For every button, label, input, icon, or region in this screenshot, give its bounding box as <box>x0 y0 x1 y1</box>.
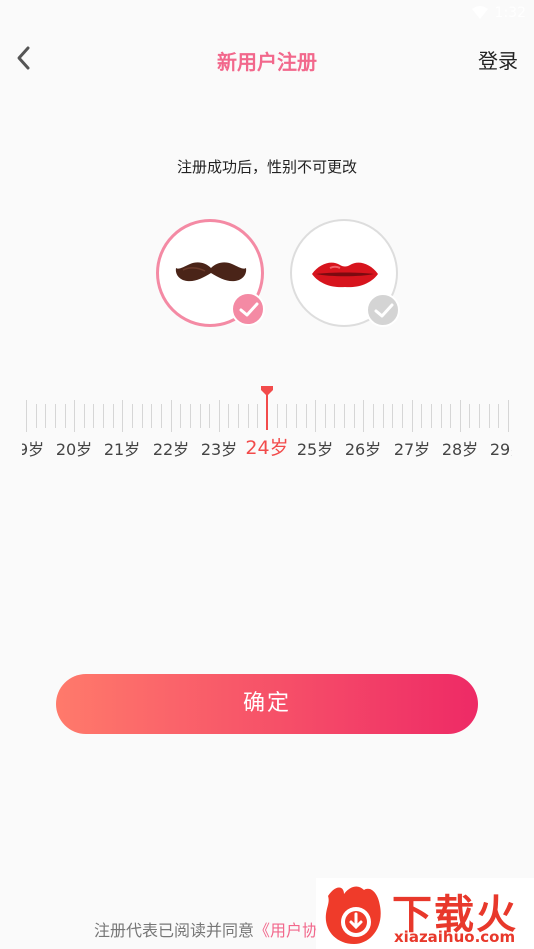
ruler-minor-tick <box>325 404 326 428</box>
ruler-minor-tick <box>383 404 384 428</box>
ruler-minor-tick <box>450 404 451 428</box>
checkmark-icon <box>239 302 259 317</box>
mustache-icon <box>175 262 247 282</box>
age-label[interactable]: 23岁 <box>201 436 237 460</box>
ruler-major-tick <box>508 400 509 432</box>
ruler-major-tick <box>363 400 364 432</box>
ruler-minor-tick <box>45 404 46 428</box>
ruler-minor-tick <box>334 404 335 428</box>
ruler-minor-tick <box>142 404 143 428</box>
ruler-minor-tick <box>344 404 345 428</box>
female-check-badge <box>366 293 400 327</box>
ruler-major-tick <box>122 400 123 432</box>
watermark: 下载火 xiazaihuo.com <box>316 878 534 949</box>
ruler-minor-tick <box>84 404 85 428</box>
ruler-major-tick <box>171 400 172 432</box>
age-ruler-picker[interactable]: 19岁 20岁 21岁 22岁 23岁 24岁 25岁 26岁 27岁 28岁 29岁 <box>22 380 512 470</box>
ruler-minor-tick <box>257 404 258 428</box>
age-pointer-line <box>266 394 268 430</box>
login-button[interactable]: 登录 <box>478 45 518 74</box>
ruler-minor-tick <box>113 404 114 428</box>
age-label[interactable]: 22岁 <box>153 436 189 460</box>
ruler-minor-tick <box>441 404 442 428</box>
status-bar: 1:32 <box>0 0 534 28</box>
ruler-minor-tick <box>55 404 56 428</box>
ruler-minor-tick <box>296 404 297 428</box>
ruler-minor-tick <box>228 404 229 428</box>
page-title: 新用户注册 <box>217 50 317 74</box>
female-option[interactable] <box>290 219 400 327</box>
ruler-minor-tick <box>65 404 66 428</box>
age-label[interactable]: 19岁 <box>22 436 44 460</box>
ruler-minor-tick <box>209 404 210 428</box>
wifi-icon <box>472 6 488 19</box>
lips-icon <box>312 262 378 288</box>
agreement-prefix: 注册代表已阅读并同意 <box>94 921 255 940</box>
flame-logo-icon <box>325 886 381 944</box>
checkmark-icon <box>374 303 394 318</box>
ruler-minor-tick <box>373 404 374 428</box>
ruler-minor-tick <box>103 404 104 428</box>
ruler-minor-tick <box>277 404 278 428</box>
ruler-minor-tick <box>286 404 287 428</box>
ruler-minor-tick <box>36 404 37 428</box>
ruler-minor-tick <box>421 404 422 428</box>
age-label[interactable]: 26岁 <box>345 436 381 460</box>
ruler-minor-tick <box>402 404 403 428</box>
age-label[interactable]: 27岁 <box>394 436 430 460</box>
age-label[interactable]: 29岁 <box>490 436 512 460</box>
ruler-minor-tick <box>161 404 162 428</box>
male-check-badge <box>231 292 265 326</box>
ruler-minor-tick <box>498 404 499 428</box>
age-label[interactable]: 20岁 <box>56 436 92 460</box>
watermark-url: xiazaihuo.com <box>394 928 516 946</box>
ruler-minor-tick <box>151 404 152 428</box>
age-label[interactable]: 21岁 <box>104 436 140 460</box>
agreement-text: 注册代表已阅读并同意《用户协 <box>94 917 318 941</box>
ruler-minor-tick <box>469 404 470 428</box>
ruler-major-tick <box>412 400 413 432</box>
ruler-major-tick <box>460 400 461 432</box>
ruler-major-tick <box>74 400 75 432</box>
male-option[interactable] <box>156 219 265 327</box>
age-label-selected[interactable]: 24岁 <box>245 433 288 460</box>
ruler-minor-tick <box>306 404 307 428</box>
header: 新用户注册 登录 <box>0 36 534 80</box>
ruler-minor-tick <box>93 404 94 428</box>
ruler-minor-tick <box>354 404 355 428</box>
age-label[interactable]: 28岁 <box>442 436 478 460</box>
ruler-minor-tick <box>392 404 393 428</box>
ruler-minor-tick <box>180 404 181 428</box>
ruler-minor-tick <box>248 404 249 428</box>
ruler-minor-tick <box>238 404 239 428</box>
ruler-minor-tick <box>190 404 191 428</box>
ruler-major-tick <box>219 400 220 432</box>
ruler-major-tick <box>26 400 27 432</box>
status-time: 1:32 <box>494 5 526 21</box>
ruler-minor-tick <box>489 404 490 428</box>
user-agreement-link[interactable]: 《用户协 <box>254 921 318 940</box>
age-label[interactable]: 25岁 <box>297 436 333 460</box>
ruler-minor-tick <box>431 404 432 428</box>
ruler-minor-tick <box>200 404 201 428</box>
ruler-minor-tick <box>479 404 480 428</box>
confirm-button[interactable]: 确定 <box>56 674 478 734</box>
gender-notice: 注册成功后，性别不可更改 <box>176 158 357 176</box>
ruler-minor-tick <box>132 404 133 428</box>
ruler-major-tick <box>315 400 316 432</box>
